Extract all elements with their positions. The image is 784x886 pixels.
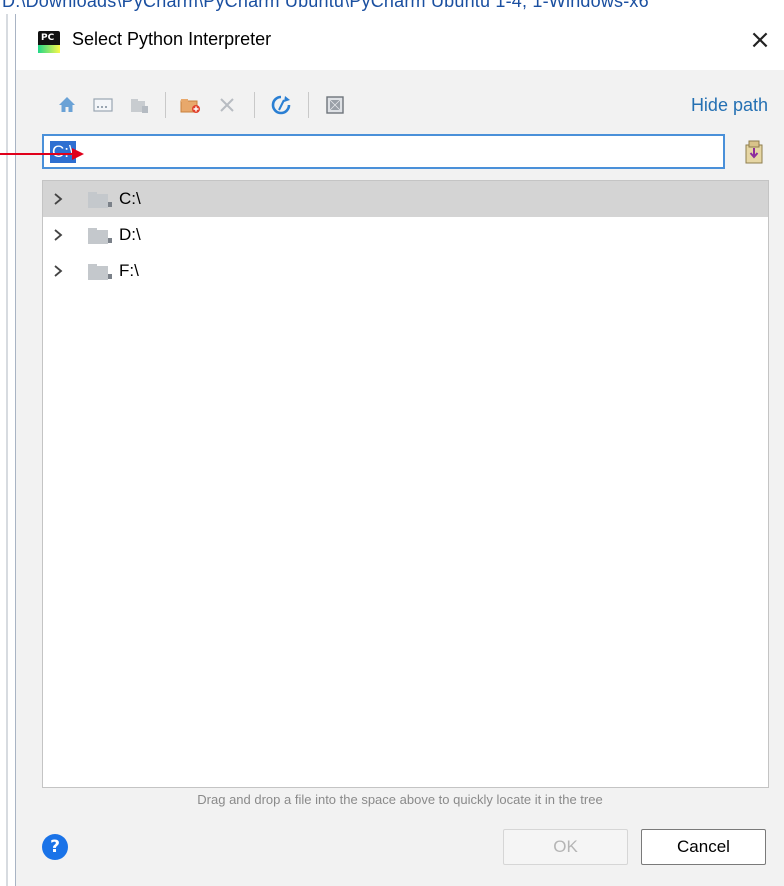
background-window-edge xyxy=(0,14,15,886)
path-input[interactable]: C:\ xyxy=(42,134,725,169)
tree-item-label: C:\ xyxy=(119,189,141,208)
toolbar-separator xyxy=(308,92,309,118)
dialog-titlebar: PC Select Python Interpreter × xyxy=(16,14,784,70)
tree-item-f-drive[interactable]: F:\ xyxy=(43,253,768,289)
chevron-right-icon[interactable] xyxy=(51,226,65,244)
desktop-icon[interactable] xyxy=(88,88,118,122)
drive-folder-icon xyxy=(88,192,112,208)
drag-drop-hint: Drag and drop a file into the space abov… xyxy=(197,792,603,807)
dialog-title: Select Python Interpreter xyxy=(72,29,272,49)
delete-icon[interactable] xyxy=(212,88,242,122)
refresh-icon[interactable] xyxy=(266,88,296,122)
drive-folder-icon xyxy=(88,228,112,244)
toolbar-separator xyxy=(165,92,166,118)
pycharm-app-icon: PC xyxy=(38,31,60,53)
home-icon[interactable] xyxy=(52,88,82,122)
toolbar-separator xyxy=(254,92,255,118)
tree-item-label: D:\ xyxy=(119,225,141,244)
window-edge-stripe xyxy=(6,14,8,886)
file-tree[interactable]: C:\ D:\ F:\ xyxy=(42,180,769,788)
tree-item-d-drive[interactable]: D:\ xyxy=(43,217,768,253)
select-interpreter-dialog: PC Select Python Interpreter × Hide path… xyxy=(15,14,784,886)
tree-item-label: F:\ xyxy=(119,261,139,280)
chevron-right-icon[interactable] xyxy=(51,262,65,280)
new-folder-icon[interactable] xyxy=(176,88,206,122)
file-chooser-toolbar: Hide path xyxy=(16,88,784,122)
project-icon[interactable] xyxy=(124,88,154,122)
show-hidden-files-icon[interactable] xyxy=(320,88,350,122)
hide-path-link[interactable]: Hide path xyxy=(691,95,768,116)
ok-button[interactable]: OK xyxy=(503,829,628,865)
cancel-button[interactable]: Cancel xyxy=(641,829,766,865)
help-button[interactable]: ? xyxy=(42,834,68,860)
path-history-icon[interactable] xyxy=(741,136,767,166)
chevron-right-icon[interactable] xyxy=(51,190,65,208)
close-button[interactable]: × xyxy=(746,26,774,54)
drive-folder-icon xyxy=(88,264,112,280)
background-window-title: D:\Downloads\PyCharm\PyCharm Ubuntu\PyCh… xyxy=(2,0,649,11)
path-input-value: C:\ xyxy=(50,140,76,163)
tree-item-c-drive[interactable]: C:\ xyxy=(43,181,768,217)
background-window-strip: D:\Downloads\PyCharm\PyCharm Ubuntu\PyCh… xyxy=(0,0,784,14)
